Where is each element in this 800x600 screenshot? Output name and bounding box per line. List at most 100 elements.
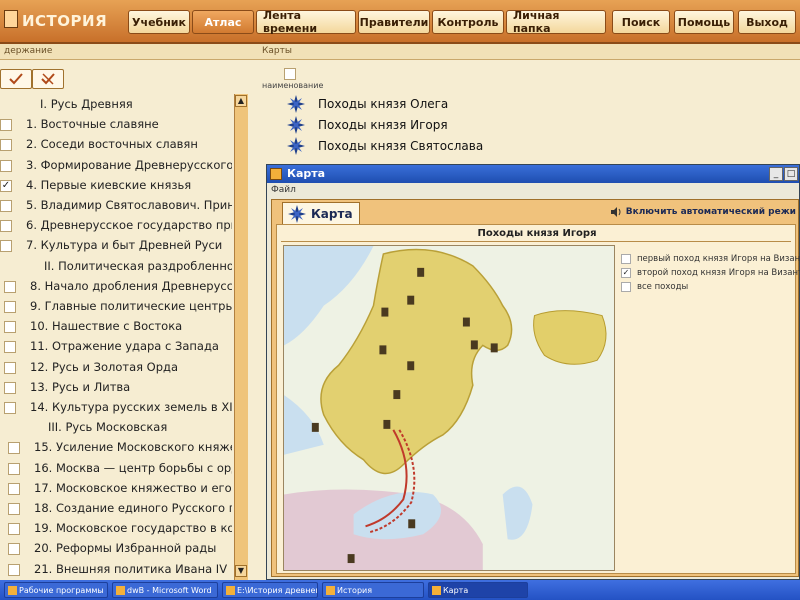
nav-personal-folder-button[interactable]: Личная папка (506, 9, 606, 35)
scroll-down-arrow-icon[interactable]: ▼ (235, 565, 247, 577)
select-all-maps-checkbox[interactable] (284, 68, 296, 80)
toc-checkbox[interactable] (4, 321, 16, 334)
taskbar-button[interactable]: Рабочие программы (4, 582, 108, 598)
toc-item[interactable]: 12. Русь и Золотая Орда (0, 359, 232, 377)
toc-checkbox[interactable] (8, 462, 20, 475)
toc-item[interactable]: 16. Москва — центр борьбы с орды (0, 460, 232, 478)
toc-item[interactable]: 21. Внешняя политика Ивана IV (0, 561, 232, 579)
taskbar-button-label: E:\История древнего (237, 585, 318, 595)
toc-checkbox[interactable] (8, 442, 20, 455)
toc-item[interactable]: 5. Владимир Святославович. Принз (0, 197, 232, 215)
star-icon (287, 137, 305, 155)
toc-item[interactable]: 14. Культура русских земель в XII-X (0, 399, 232, 417)
nav-control-button[interactable]: Контроль (432, 10, 504, 34)
toc-item[interactable]: 19. Московское государство в конц (0, 520, 232, 538)
toc-item-label: 19. Московское государство в конц (34, 521, 232, 536)
toc-item[interactable]: 7. Культура и быт Древней Руси (0, 237, 232, 255)
toc-item[interactable]: 11. Отражение удара с Запада (0, 338, 232, 356)
toc-checkbox[interactable] (0, 240, 12, 253)
legend-item[interactable]: все походы (621, 281, 688, 293)
check-all-button[interactable] (0, 69, 32, 89)
toc-item[interactable]: 9. Главные политические центры Р (0, 298, 232, 316)
legend-checkbox[interactable]: ✓ (621, 268, 631, 278)
map-list-item[interactable]: Походы князя Святослава (286, 137, 483, 155)
toc-checkbox[interactable] (4, 301, 16, 313)
historical-map[interactable] (283, 245, 615, 571)
toc-section-heading[interactable]: III. Русь Московская (0, 419, 232, 437)
toc-checkbox[interactable] (4, 341, 16, 354)
window-title: Карта (287, 167, 326, 180)
taskbar-button[interactable]: E:\История древнего (222, 582, 318, 598)
toc-item-label: II. Политическая раздробленност (44, 258, 232, 273)
contents-scrollbar[interactable] (234, 94, 248, 580)
map-body: Походы князя Игоря первый поход князя Иг… (276, 224, 800, 574)
toc-checkbox[interactable] (8, 503, 20, 515)
window-icon (226, 586, 235, 595)
toc-checkbox[interactable] (8, 523, 20, 536)
toc-checkbox[interactable] (4, 280, 16, 293)
toc-item[interactable]: 20. Реформы Избранной рады (0, 540, 232, 558)
toc-item[interactable]: 2. Соседи восточных славян (0, 136, 232, 154)
taskbar: Рабочие программы dwB - Microsoft Word E:\… (0, 580, 800, 600)
taskbar-button-label: dwB - Microsoft Word (127, 585, 212, 595)
map-window-titlebar[interactable]: Карта _ □ (267, 165, 799, 183)
toc-checkbox[interactable]: ✓ (0, 179, 12, 192)
legend-item[interactable]: ✓ второй поход князя Игоря на Византию (621, 267, 800, 279)
uncheck-all-button[interactable] (32, 69, 64, 89)
taskbar-button-label: Карта (443, 585, 469, 595)
legend-item[interactable]: первый поход князя Игоря на Византию (621, 253, 800, 265)
scroll-up-arrow-icon[interactable]: ▲ (235, 95, 247, 107)
auto-mode-toggle[interactable]: Включить автоматический режи (608, 204, 796, 220)
taskbar-button[interactable]: Карта (428, 582, 528, 598)
toc-item[interactable]: ✓ 4. Первые киевские князья (0, 177, 232, 195)
toc-item[interactable]: 6. Древнерусское государство при (0, 217, 232, 235)
check-icon (9, 73, 23, 85)
window-icon (8, 586, 17, 595)
toc-section-heading[interactable]: I. Русь Древняя (0, 96, 232, 114)
toc-checkbox[interactable] (0, 220, 12, 233)
toc-item[interactable]: 17. Московское княжество и его сос (0, 480, 232, 498)
app-title: ИСТОРИЯ (22, 12, 108, 30)
maximize-icon[interactable]: □ (784, 167, 798, 181)
map-panel: Карта Включить автоматический режи Поход… (271, 199, 800, 577)
file-menu[interactable]: Файл (271, 185, 296, 195)
toc-item[interactable]: 1. Восточные славяне (0, 116, 232, 134)
toc-checkbox[interactable] (0, 159, 12, 172)
nav-textbook-button[interactable]: Учебник (128, 10, 190, 34)
map-list-item-label: Походы князя Олега (318, 97, 449, 111)
toc-item[interactable]: 8. Начало дробления Древнерусско (0, 278, 232, 296)
toc-checkbox[interactable] (0, 139, 12, 152)
toc-item[interactable]: 18. Создание единого Русского гос (0, 500, 232, 518)
toc-item-label: I. Русь Древняя (40, 97, 133, 111)
toc-item[interactable]: 10. Нашествие с Востока (0, 318, 232, 336)
minimize-icon[interactable]: _ (769, 167, 783, 181)
nav-timeline-button[interactable]: Лента времени (256, 9, 356, 35)
nav-search-button[interactable]: Поиск (612, 10, 670, 34)
toc-checkbox[interactable] (4, 361, 16, 374)
toc-checkbox[interactable] (0, 119, 12, 132)
nav-atlas-button[interactable]: Атлас (192, 10, 254, 34)
toc-item[interactable]: 13. Русь и Литва (0, 379, 232, 397)
taskbar-button[interactable]: dwB - Microsoft Word (112, 582, 218, 598)
map-tab[interactable]: Карта (282, 202, 360, 224)
nav-rulers-button[interactable]: Правители (358, 10, 430, 34)
taskbar-button[interactable]: История (322, 582, 424, 598)
toc-item-label: 20. Реформы Избранной рады (34, 541, 217, 556)
nav-help-button[interactable]: Помощь (674, 10, 734, 34)
toc-checkbox[interactable] (8, 563, 20, 576)
toc-checkbox[interactable] (4, 381, 16, 394)
toc-item[interactable]: 3. Формирование Древнерусского г (0, 157, 232, 175)
toc-item-label: 4. Первые киевские князья (26, 177, 192, 192)
toc-checkbox[interactable] (8, 543, 20, 556)
toc-checkbox[interactable] (4, 402, 16, 414)
nav-exit-button[interactable]: Выход (738, 10, 796, 34)
map-list-item[interactable]: Походы князя Олега (286, 95, 448, 113)
legend-checkbox[interactable] (621, 254, 631, 264)
legend-checkbox[interactable] (621, 282, 631, 292)
toc-checkbox[interactable] (8, 482, 20, 495)
taskbar-button-label: История (337, 585, 373, 595)
toc-checkbox[interactable] (0, 200, 12, 212)
toc-item[interactable]: 15. Усиление Московского княжест (0, 439, 232, 457)
map-list-item[interactable]: Походы князя Игоря (286, 116, 448, 134)
toc-section-heading[interactable]: II. Политическая раздробленност (0, 258, 232, 276)
